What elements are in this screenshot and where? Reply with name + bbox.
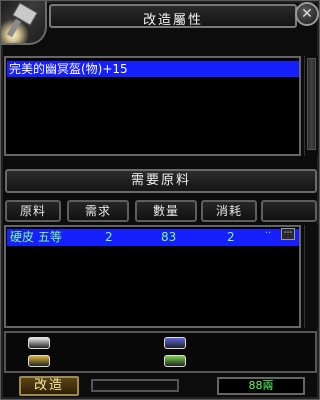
reform-button[interactable]: 改造 bbox=[19, 376, 79, 396]
result-scrollbar-thumb[interactable] bbox=[307, 58, 316, 150]
progress-bar bbox=[91, 379, 179, 392]
materials-list: 硬皮 五等 2 83 2 bbox=[4, 225, 301, 328]
material-consume: 2 bbox=[227, 230, 235, 244]
material-row-dots: ·· bbox=[265, 228, 272, 239]
gem-slot-panel bbox=[4, 331, 317, 373]
result-scrollbar[interactable] bbox=[304, 56, 318, 156]
window-title: 改造屬性 bbox=[142, 13, 203, 28]
title-bar: 改造屬性 bbox=[49, 4, 297, 28]
close-icon: ✕ bbox=[301, 6, 313, 22]
gold-gem-slot[interactable] bbox=[28, 355, 50, 367]
material-count: 83 bbox=[161, 230, 177, 244]
white-gem-slot[interactable] bbox=[28, 337, 50, 349]
green-gem-slot[interactable] bbox=[164, 355, 186, 367]
enhancement-portrait-icon bbox=[1, 1, 47, 45]
blue-gem-slot[interactable] bbox=[164, 337, 186, 349]
material-name: 硬皮 五等 bbox=[10, 230, 62, 244]
column-header-consume: 消耗 bbox=[201, 200, 257, 222]
column-header-count: 數量 bbox=[135, 200, 197, 222]
column-header-material: 原料 bbox=[5, 200, 61, 222]
result-list: 完美的幽冥盔(物)+15 bbox=[4, 56, 301, 156]
result-list-item[interactable]: 完美的幽冥盔(物)+15 bbox=[7, 61, 299, 77]
column-header-need: 需求 bbox=[67, 200, 129, 222]
more-button-icon[interactable]: ⋯ bbox=[281, 228, 295, 240]
close-button[interactable]: ✕ bbox=[295, 2, 319, 26]
materials-scrollbar[interactable] bbox=[304, 225, 318, 328]
result-item-label: 完美的幽冥盔(物)+15 bbox=[9, 62, 128, 76]
material-need: 2 bbox=[105, 230, 113, 244]
material-row[interactable]: 硬皮 五等 2 83 2 bbox=[7, 229, 299, 246]
reform-window: 改造屬性 ✕ 完美的幽冥盔(物)+15 需要原料 原料 需求 數量 消耗 硬皮 … bbox=[0, 0, 320, 400]
money-display: 88兩 bbox=[217, 377, 305, 395]
column-header-blank bbox=[261, 200, 317, 222]
materials-section-header: 需要原料 bbox=[5, 169, 317, 193]
